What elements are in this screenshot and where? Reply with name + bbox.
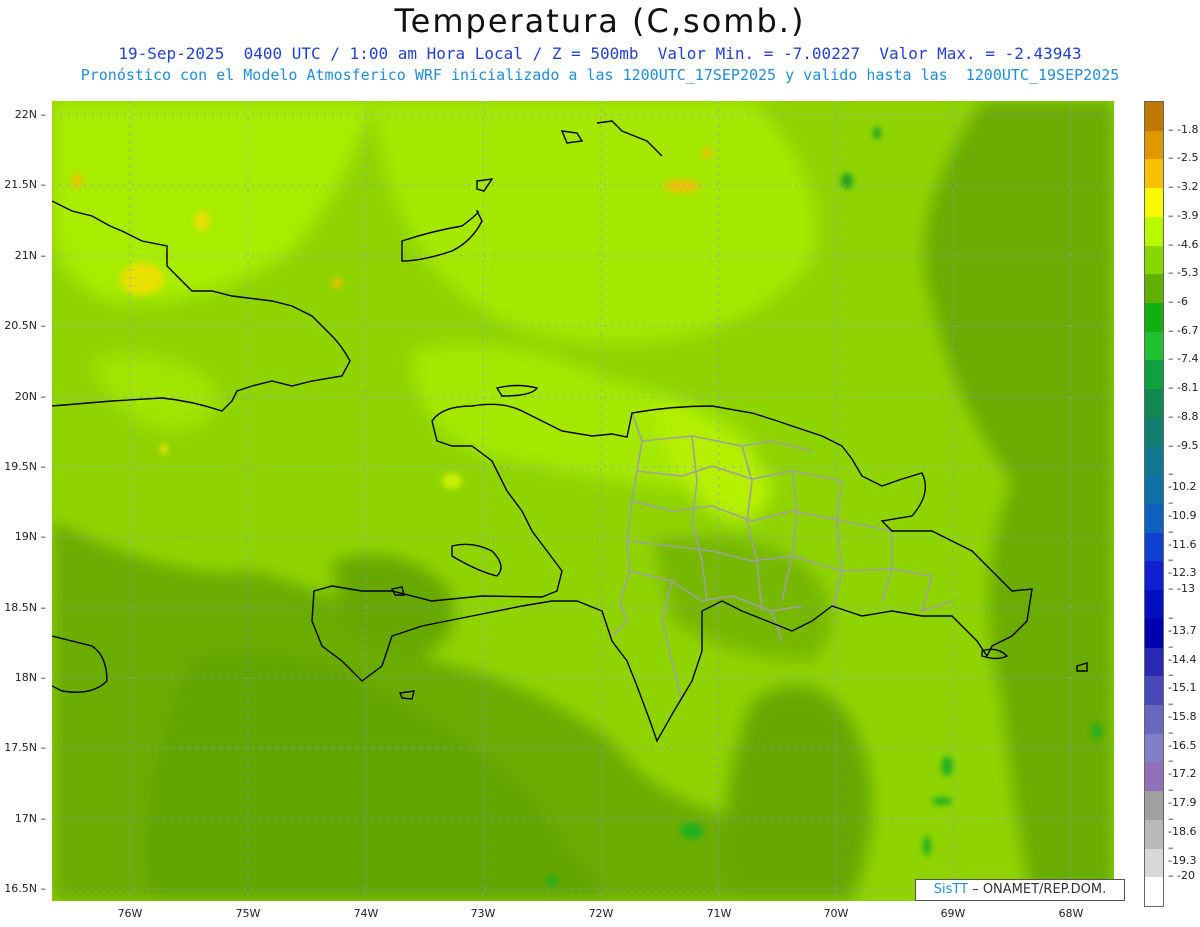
map-canvas — [52, 101, 1114, 901]
colorbar-label: – -20 — [1168, 869, 1195, 883]
colorbar-segment — [1145, 532, 1163, 562]
lat-label: 21.5N – — [4, 178, 46, 191]
lat-label: 17N – — [14, 812, 46, 825]
colorbar-segment — [1145, 159, 1163, 189]
lon-label: 70W — [823, 907, 849, 920]
colorbar-segment — [1145, 590, 1163, 620]
lon-label: 72W — [588, 907, 614, 920]
colorbar-label: – -8.8 — [1168, 409, 1199, 423]
lon-label: 68W — [1058, 907, 1084, 920]
colorbar — [1144, 101, 1164, 907]
colorbar-label: – -10.2 — [1168, 467, 1197, 494]
colorbar-segment — [1145, 102, 1163, 132]
onamet-credit: – ONAMET/REP.DOM. — [968, 882, 1107, 897]
colorbar-label: – -18.6 — [1168, 811, 1197, 838]
colorbar-label: – -4.6 — [1168, 237, 1199, 251]
colorbar-label: – -5.3 — [1168, 266, 1199, 280]
colorbar-segment — [1145, 733, 1163, 763]
colorbar-segment — [1145, 848, 1163, 878]
colorbar-label: – -17.2 — [1168, 754, 1197, 781]
colorbar-segment — [1145, 819, 1163, 850]
colorbar-segment — [1145, 877, 1163, 906]
valid-time-subtitle: 19-Sep-2025 0400 UTC / 1:00 am Hora Loca… — [118, 44, 1082, 63]
colorbar-label: – -15.1 — [1168, 668, 1197, 695]
colorbar-segment — [1145, 705, 1163, 735]
colorbar-segment — [1145, 245, 1163, 275]
lat-label: 19N – — [14, 530, 46, 543]
colorbar-label: – -14.4 — [1168, 639, 1197, 666]
colorbar-label: – -8.1 — [1168, 381, 1199, 395]
lat-label: 18.5N – — [4, 601, 46, 614]
colorbar-label: – -3.2 — [1168, 180, 1199, 194]
colorbar-label: – -6.7 — [1168, 323, 1199, 337]
colorbar-segment — [1145, 618, 1163, 649]
colorbar-label: – -13.7 — [1168, 610, 1197, 637]
colorbar-segment — [1145, 303, 1163, 333]
colorbar-label: – -12.3 — [1168, 553, 1197, 580]
colorbar-label: – -2.5 — [1168, 151, 1199, 165]
colorbar-segment — [1145, 188, 1163, 218]
lat-label: 21N – — [14, 249, 46, 262]
lat-label: 19.5N – — [4, 460, 46, 473]
colorbar-segment — [1145, 561, 1163, 591]
colorbar-label: – -17.9 — [1168, 783, 1197, 810]
colorbar-segment — [1145, 130, 1163, 160]
colorbar-label: – -10.9 — [1168, 496, 1197, 522]
colorbar-label: – -16.5 — [1168, 725, 1197, 752]
colorbar-segment — [1145, 676, 1163, 706]
lon-label: 74W — [353, 907, 379, 920]
colorbar-segment — [1145, 475, 1163, 505]
colorbar-segment — [1145, 791, 1163, 821]
colorbar-label: – -13 — [1168, 582, 1195, 596]
colorbar-segment — [1145, 504, 1163, 534]
colorbar-label: – -7.4 — [1168, 352, 1199, 366]
map-title: Temperatura (C,somb.) — [394, 2, 806, 40]
colorbar-segment — [1145, 647, 1163, 677]
lon-label: 76W — [117, 907, 143, 920]
colorbar-segment — [1145, 274, 1163, 304]
lon-label: 69W — [940, 907, 966, 920]
colorbar-segment — [1145, 331, 1163, 361]
colorbar-label: – -19.3 — [1168, 840, 1197, 867]
colorbar-segment — [1145, 216, 1163, 247]
temperature-map — [52, 101, 1114, 901]
colorbar-label: – -15.8 — [1168, 697, 1197, 723]
lon-label: 71W — [706, 907, 732, 920]
lon-label: 73W — [470, 907, 496, 920]
lat-label: 20.5N – — [4, 319, 46, 332]
colorbar-label: – -1.8 — [1168, 122, 1199, 136]
sistt-logo-text: SisTT — [933, 882, 969, 897]
colorbar-label: – -11.6 — [1168, 524, 1197, 551]
colorbar-label: – -6 — [1168, 295, 1188, 308]
colorbar-segment — [1145, 360, 1163, 390]
colorbar-segment — [1145, 446, 1163, 476]
lat-label: 16.5N – — [4, 882, 46, 895]
colorbar-label: – -9.5 — [1168, 438, 1199, 452]
lat-label: 22N – — [14, 108, 46, 121]
model-info-subtitle: Pronóstico con el Modelo Atmosferico WRF… — [80, 66, 1120, 84]
colorbar-label: – -3.9 — [1168, 208, 1199, 222]
colorbar-segment — [1145, 762, 1163, 792]
credit-box: SisTT – ONAMET/REP.DOM. — [915, 879, 1125, 901]
lon-label: 75W — [235, 907, 261, 920]
colorbar-segment — [1145, 417, 1163, 448]
lat-label: 18N – — [14, 671, 46, 684]
lat-label: 17.5N – — [4, 741, 46, 754]
colorbar-segment — [1145, 389, 1163, 419]
lat-label: 20N – — [14, 390, 46, 403]
